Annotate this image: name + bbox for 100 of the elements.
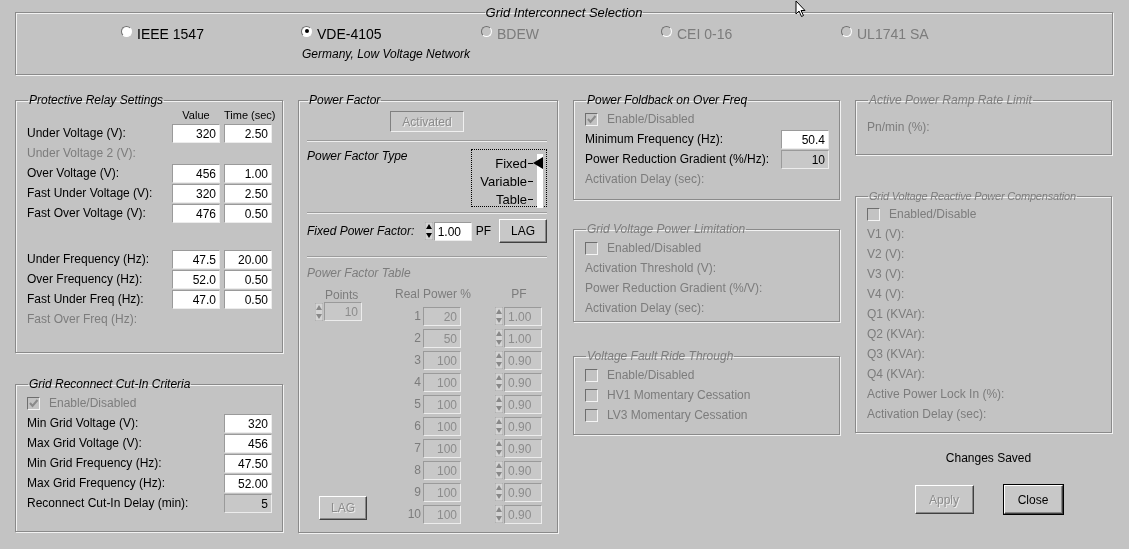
column-header: Points (325, 288, 359, 302)
spin-buttons[interactable] (424, 222, 433, 240)
column-header: PF (510, 287, 528, 301)
value-field[interactable]: 47.5 (172, 249, 220, 269)
field-label: Over Voltage (V): (27, 166, 121, 180)
checkbox-label: LV3 Momentary Cessation (607, 408, 748, 422)
field-label: V2 (V): (867, 247, 906, 261)
field-label: Power Reduction Gradient (%/V): (585, 281, 764, 295)
dialog-button[interactable]: Close (1003, 485, 1063, 514)
row-number: 10 (406, 507, 422, 521)
group-title: Grid Interconnect Selection (484, 5, 644, 20)
field-label: Q4 (KVAr): (867, 367, 926, 381)
checkbox-label: Enable/Disabled (607, 112, 695, 126)
radio-label[interactable]: IEEE 1547 (137, 26, 204, 42)
value-field[interactable]: 50.4 (781, 129, 829, 149)
field-label: Min Grid Frequency (Hz): (27, 456, 163, 470)
group-title: Power Foldback on Over Freq (586, 93, 749, 107)
field-label: Min Grid Voltage (V): (27, 416, 140, 430)
value-field[interactable]: 456 (224, 433, 272, 453)
value-field[interactable]: 0.50 (224, 289, 272, 309)
field-label: Q3 (KVAr): (867, 347, 926, 361)
value-field[interactable]: 1.00 (433, 221, 472, 241)
value-field[interactable]: 47.50 (224, 453, 272, 473)
field-label: Q2 (KVAr): (867, 327, 926, 341)
row-number: 3 (413, 353, 422, 367)
group-title: Protective Relay Settings (28, 93, 165, 107)
field-label: Q1 (KVAr): (867, 307, 926, 321)
value-field[interactable]: 1.00 (224, 163, 272, 183)
column-header: Value (181, 109, 211, 121)
checkbox-label: HV1 Momentary Cessation (607, 388, 751, 402)
value-field[interactable]: 320 (172, 123, 220, 143)
row-number: 8 (413, 463, 422, 477)
value-field[interactable]: 2.50 (224, 123, 272, 143)
column-header: Real Power % (395, 287, 473, 301)
unit-label: PF (475, 224, 491, 238)
standard-description: Germany, Low Voltage Network (301, 47, 472, 61)
lag-button[interactable]: LAG (499, 219, 547, 243)
field-label: Fast Over Freq (Hz): (27, 312, 138, 326)
value-field[interactable]: 456 (172, 163, 220, 183)
slider-option-label[interactable]: Fixed (495, 155, 527, 171)
checkbox-label: Enabled/Disable (889, 207, 977, 221)
row-number: 5 (413, 397, 422, 411)
value-field[interactable]: 52.0 (172, 269, 220, 289)
field-label: V1 (V): (867, 227, 906, 241)
group-title: Power Factor (308, 93, 382, 107)
field-label: Power Reduction Gradient (%/Hz): (585, 152, 771, 166)
checkbox-label: Enabled/Disabled (607, 241, 702, 255)
status-message: Changes Saved (944, 451, 1033, 465)
field-label: V3 (V): (867, 267, 906, 281)
group-title: Voltage Fault Ride Through (586, 349, 735, 363)
value-field[interactable]: 47.0 (172, 289, 220, 309)
field-label: Max Grid Frequency (Hz): (27, 476, 167, 490)
value-field[interactable]: 0.50 (224, 269, 272, 289)
value-field[interactable]: 5 (224, 493, 272, 513)
checkbox-label: Enable/Disabled (607, 368, 695, 382)
field-label: Activation Delay (sec): (867, 407, 988, 421)
field-label: Activation Threshold (V): (585, 261, 718, 275)
row-number: 7 (413, 441, 422, 455)
value-field[interactable]: 52.00 (224, 473, 272, 493)
field-label: Fast Under Freq (Hz): (27, 292, 145, 306)
radio-button[interactable] (121, 25, 132, 37)
group-title: Grid Voltage Power Limitation (586, 222, 747, 236)
field-label: Under Frequency (Hz): (27, 252, 151, 266)
field-label: Fixed Power Factor: (307, 224, 416, 238)
field-label: Fast Under Voltage (V): (27, 186, 154, 200)
field-label: Under Voltage (V): (27, 126, 127, 140)
slider-option-label[interactable]: Table (495, 191, 527, 207)
section-label: Power Factor Table (307, 266, 412, 280)
field-label: Under Voltage 2 (V): (27, 146, 137, 160)
row-number: 6 (413, 419, 422, 433)
row-number: 4 (413, 375, 422, 389)
value-field[interactable]: 10 (781, 149, 829, 169)
value-field[interactable]: 320 (172, 183, 220, 203)
value-field[interactable]: 320 (224, 413, 272, 433)
value-field[interactable]: 476 (172, 203, 220, 223)
value-field[interactable]: 0.50 (224, 203, 272, 223)
group-title: Active Power Ramp Rate Limit (868, 93, 1033, 107)
mouse-cursor-icon (795, 0, 807, 18)
field-label: Active Power Lock In (%): (867, 387, 1006, 401)
field-label: Activation Delay (sec): (585, 172, 706, 186)
slider-option-label[interactable]: Variable (480, 173, 527, 189)
group-title: Grid Voltage Reactive Power Compensation (868, 190, 1077, 202)
group-title: Grid Reconnect Cut-In Criteria (28, 377, 192, 391)
field-label: Over Frequency (Hz): (27, 272, 144, 286)
radio-label[interactable]: VDE-4105 (317, 26, 382, 42)
checkbox-label: Enable/Disabled (49, 396, 137, 410)
section-label: Power Factor Type (307, 149, 408, 165)
row-number: 2 (413, 331, 422, 345)
field-label: Max Grid Voltage (V): (27, 436, 143, 450)
field-label: Minimum Frequency (Hz): (585, 132, 725, 146)
radio-button[interactable] (301, 25, 312, 37)
type-slider[interactable]: Fixed Variable Table (471, 149, 547, 207)
row-number: 9 (413, 485, 422, 499)
field-label: Fast Over Voltage (V): (27, 206, 147, 220)
value-field[interactable]: 2.50 (224, 183, 272, 203)
field-label: Pn/min (%): (867, 120, 931, 134)
field-label: Reconnect Cut-In Delay (min): (27, 496, 190, 510)
row-number: 1 (413, 309, 422, 323)
field-label: Activation Delay (sec): (585, 301, 706, 315)
value-field[interactable]: 20.00 (224, 249, 272, 269)
